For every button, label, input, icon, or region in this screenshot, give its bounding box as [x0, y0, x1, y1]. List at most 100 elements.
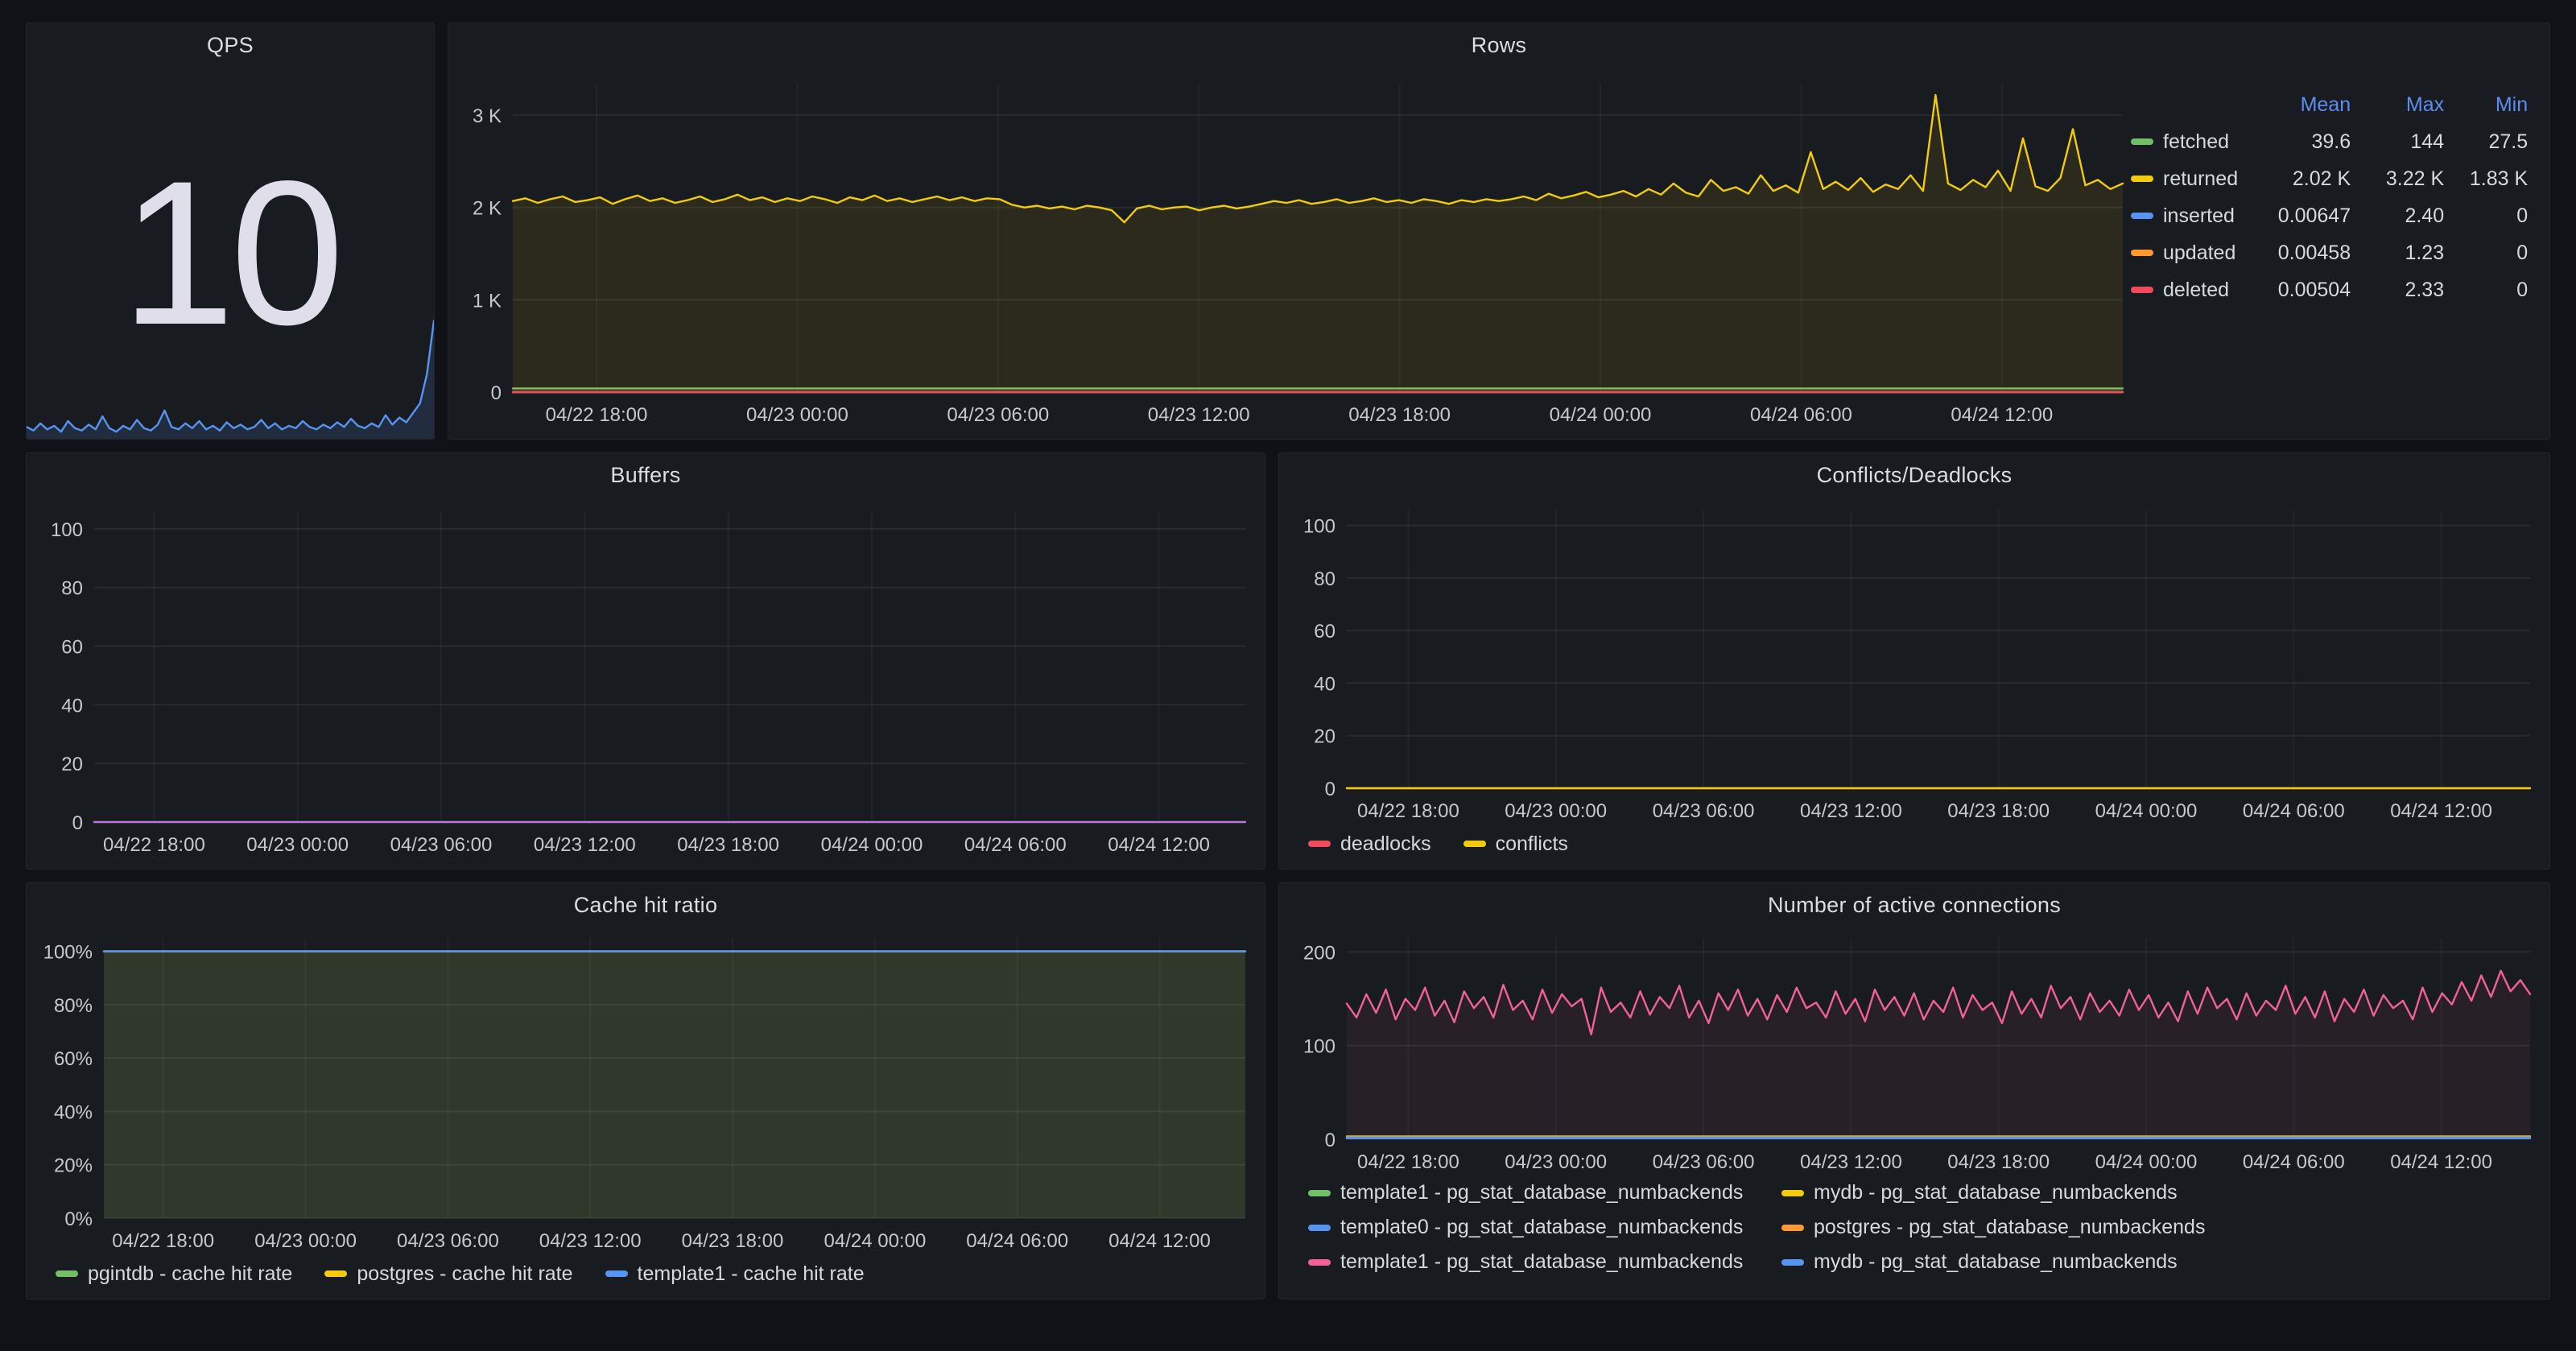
legend-swatch — [1308, 1190, 1331, 1196]
x-tick-label: 04/22 18:00 — [1357, 800, 1459, 822]
legend-min-value: 27.5 — [2444, 123, 2528, 160]
panel-title-cache[interactable]: Cache hit ratio — [574, 893, 718, 918]
legend-item[interactable]: template1 - cache hit rate — [605, 1262, 865, 1286]
x-tick-label: 04/24 06:00 — [2243, 800, 2345, 822]
x-tick-label: 04/24 00:00 — [821, 834, 923, 856]
panel-title-rows[interactable]: Rows — [1472, 33, 1527, 58]
panel-title-conflicts[interactable]: Conflicts/Deadlocks — [1817, 463, 2013, 488]
legend-sort-max[interactable]: Max — [2351, 86, 2444, 123]
legend-item[interactable]: updated — [2131, 234, 2238, 271]
connections-chart[interactable]: 010020004/22 18:0004/23 00:0004/23 06:00… — [1279, 927, 2549, 1178]
x-tick-label: 04/23 06:00 — [390, 834, 493, 856]
legend-item[interactable]: returned — [2131, 160, 2238, 197]
panel-header: Buffers — [27, 453, 1265, 497]
legend-mean-value: 0.00647 — [2238, 197, 2351, 234]
y-tick-label: 0 — [491, 382, 502, 404]
legend-swatch — [2131, 176, 2153, 182]
rows-chart[interactable]: 01 K2 K3 K04/22 18:0004/23 00:0004/23 06… — [448, 67, 2131, 431]
conflicts-legend: deadlocks conflicts — [1279, 827, 2549, 869]
y-tick-label: 40 — [61, 695, 83, 717]
legend-item[interactable]: conflicts — [1463, 832, 1568, 856]
y-tick-label: 3 K — [473, 105, 502, 127]
legend-item[interactable]: mydb - pg_stat_database_numbackends — [1781, 1250, 2549, 1274]
legend-item[interactable]: template1 - pg_stat_database_numbackends — [1308, 1181, 1781, 1204]
legend-item[interactable]: template1 - pg_stat_database_numbackends — [1308, 1250, 1781, 1274]
y-tick-label: 40% — [54, 1101, 93, 1123]
legend-item[interactable]: deadlocks — [1308, 832, 1431, 856]
legend-label: postgres - pg_stat_database_numbackends — [1814, 1216, 2205, 1239]
panel-title-connections[interactable]: Number of active connections — [1768, 893, 2061, 918]
x-tick-label: 04/24 00:00 — [2095, 1151, 2198, 1173]
x-tick-label: 04/24 12:00 — [2390, 1151, 2492, 1173]
x-tick-label: 04/23 06:00 — [1653, 800, 1755, 822]
x-tick-label: 04/22 18:00 — [546, 404, 648, 426]
y-tick-label: 80% — [54, 995, 93, 1017]
buffers-chart[interactable]: 02040608010004/22 18:0004/23 00:0004/23 … — [27, 497, 1265, 861]
legend-item[interactable]: mydb - pg_stat_database_numbackends — [1781, 1181, 2549, 1204]
legend-item[interactable]: deleted — [2131, 271, 2238, 308]
legend-swatch — [1463, 841, 1486, 847]
panel-title-buffers[interactable]: Buffers — [610, 463, 680, 488]
legend-swatch — [1781, 1225, 1804, 1231]
panel-rows: Rows 01 K2 K3 K04/22 18:0004/23 00:0004/… — [448, 23, 2550, 440]
dashboard-row-1: QPS 10 Rows 01 K2 K3 K04/22 18:0004/23 0… — [26, 23, 2550, 440]
legend-label: mydb - pg_stat_database_numbackends — [1814, 1181, 2178, 1204]
x-tick-label: 04/24 00:00 — [824, 1230, 927, 1252]
panel-cache-hit-ratio: Cache hit ratio 0%20%40%60%80%100%04/22 … — [26, 882, 1265, 1299]
x-tick-label: 04/23 18:00 — [677, 834, 779, 856]
y-tick-label: 80 — [1314, 568, 1335, 590]
y-tick-label: 60% — [54, 1048, 93, 1070]
legend-swatch — [605, 1270, 628, 1277]
x-tick-label: 04/22 18:00 — [1357, 1151, 1459, 1173]
x-tick-label: 04/24 00:00 — [2095, 800, 2198, 822]
panel-header: Rows — [448, 23, 2549, 67]
legend-label: postgres - cache hit rate — [357, 1262, 572, 1286]
x-tick-label: 04/24 06:00 — [1750, 404, 1852, 426]
cache-chart[interactable]: 0%20%40%60%80%100%04/22 18:0004/23 00:00… — [27, 927, 1265, 1257]
legend-label: mydb - pg_stat_database_numbackends — [1814, 1250, 2178, 1274]
x-tick-label: 04/23 12:00 — [1148, 404, 1250, 426]
rows-legend-table: MeanMaxMinfetched39.614427.5returned2.02… — [2131, 67, 2549, 434]
conflicts-chart[interactable]: 02040608010004/22 18:0004/23 00:0004/23 … — [1279, 497, 2549, 827]
legend-max-value: 2.33 — [2351, 271, 2444, 308]
y-tick-label: 1 K — [473, 290, 502, 312]
panel-header: Conflicts/Deadlocks — [1279, 453, 2549, 497]
legend-item[interactable]: fetched — [2131, 123, 2238, 160]
panel-header: Number of active connections — [1279, 883, 2549, 927]
panel-title-qps[interactable]: QPS — [207, 33, 254, 58]
y-tick-label: 0 — [1325, 779, 1335, 800]
legend-label: fetched — [2163, 130, 2229, 154]
legend-swatch — [324, 1270, 347, 1277]
legend-label: template0 - pg_stat_database_numbackends — [1340, 1216, 1743, 1239]
legend-swatch — [1781, 1190, 1804, 1196]
x-tick-label: 04/24 12:00 — [1951, 404, 2053, 426]
x-tick-label: 04/23 12:00 — [534, 834, 636, 856]
legend-label: template1 - pg_stat_database_numbackends — [1340, 1181, 1743, 1204]
panel-active-connections: Number of active connections 010020004/2… — [1278, 882, 2550, 1299]
legend-item[interactable]: template0 - pg_stat_database_numbackends — [1308, 1216, 1781, 1239]
legend-item[interactable]: pgintdb - cache hit rate — [56, 1262, 292, 1286]
legend-min-value: 1.83 K — [2444, 160, 2528, 197]
legend-label: deleted — [2163, 279, 2229, 302]
legend-max-value: 1.23 — [2351, 234, 2444, 271]
x-tick-label: 04/23 06:00 — [947, 404, 1049, 426]
panel-buffers: Buffers 02040608010004/22 18:0004/23 00:… — [26, 452, 1265, 870]
x-tick-label: 04/23 06:00 — [1653, 1151, 1755, 1173]
x-tick-label: 04/24 06:00 — [2243, 1151, 2345, 1173]
legend-min-value: 0 — [2444, 234, 2528, 271]
legend-item[interactable]: inserted — [2131, 197, 2238, 234]
legend-item[interactable]: postgres - cache hit rate — [324, 1262, 572, 1286]
legend-item[interactable]: postgres - pg_stat_database_numbackends — [1781, 1216, 2549, 1239]
y-tick-label: 20 — [1314, 726, 1335, 748]
y-tick-label: 0 — [1325, 1130, 1335, 1151]
x-tick-label: 04/23 18:00 — [1348, 404, 1451, 426]
legend-sort-mean[interactable]: Mean — [2238, 86, 2351, 123]
legend-max-value: 3.22 K — [2351, 160, 2444, 197]
legend-label: inserted — [2163, 205, 2235, 228]
legend-label: template1 - pg_stat_database_numbackends — [1340, 1250, 1743, 1274]
legend-label: conflicts — [1496, 832, 1568, 856]
x-tick-label: 04/24 12:00 — [1108, 834, 1210, 856]
legend-mean-value: 0.00458 — [2238, 234, 2351, 271]
legend-swatch — [2131, 250, 2153, 256]
legend-sort-min[interactable]: Min — [2444, 86, 2528, 123]
